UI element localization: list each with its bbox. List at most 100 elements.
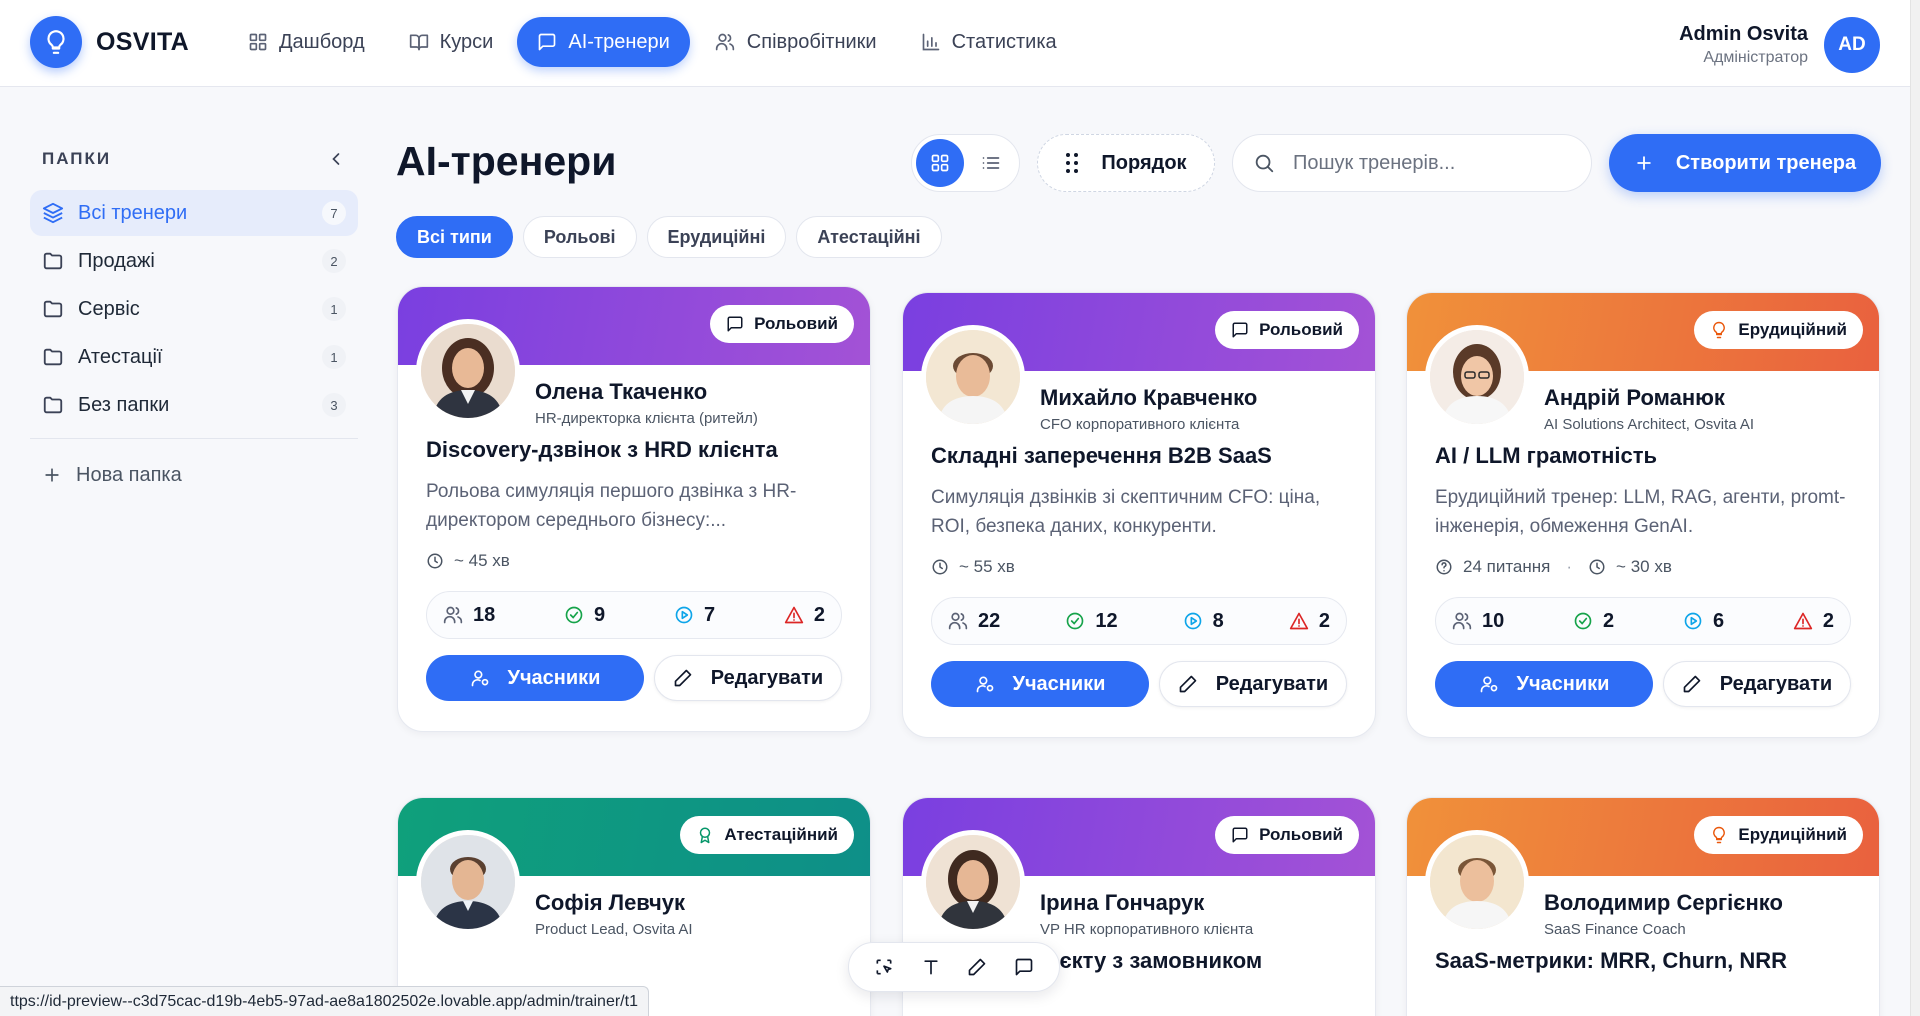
trainer-description: Рольова симуляція першого дзвінка з HR-д… (426, 481, 797, 531)
stat-issues: 2 (1289, 610, 1330, 633)
play-circle-icon (1184, 612, 1201, 630)
edit-button[interactable]: Редагувати (1159, 661, 1347, 707)
logo-text: OSVITA (96, 27, 190, 56)
nav-statistics[interactable]: Статистика (901, 17, 1077, 67)
trainer-title: Discovery-дзвінок з HRD клієнта (426, 437, 778, 462)
trainer-name: Ірина Гончарук (1040, 890, 1205, 915)
user-settings-icon (976, 676, 993, 693)
nav-label: Статистика (951, 30, 1057, 53)
draw-tool-button[interactable] (960, 950, 994, 984)
trainer-name: Володимир Сергієнко (1544, 890, 1783, 915)
search-icon (1255, 154, 1274, 173)
nav-ai-trainers[interactable]: AI-тренери (517, 17, 690, 67)
create-trainer-button[interactable]: Створити тренера (1609, 134, 1881, 192)
stat-participants: 18 (443, 604, 495, 627)
user-settings-icon (471, 670, 488, 687)
nav-label: AI-тренери (568, 30, 670, 53)
trainer-stats: 18 9 7 2 (426, 591, 842, 639)
filter-all-types[interactable]: Всі типи (396, 216, 513, 258)
chevron-left-icon[interactable] (326, 149, 346, 169)
trainer-description: Ерудиційний тренер: LLM, RAG, агенти, pr… (1435, 487, 1846, 537)
trainer-card[interactable]: Рольовий Олена Ткаченко HR-директорка кл… (397, 286, 871, 732)
page-scrollbar[interactable] (1910, 0, 1920, 1016)
stat-completed: 9 (564, 604, 605, 627)
text-tool-button[interactable] (914, 950, 948, 984)
award-icon (700, 827, 711, 844)
pencil-icon (674, 669, 692, 687)
chat-icon (539, 33, 556, 51)
user-menu[interactable]: Admin Osvita Адміністратор AD (1679, 17, 1880, 73)
plus-icon (45, 468, 59, 482)
main-nav: Дашборд Курси AI-тренери Співробітники С… (228, 17, 1077, 67)
duration: ~ 45 хв (454, 551, 510, 570)
trainer-card[interactable]: Атестаційний Софія Левчук Product Lead, … (397, 797, 871, 1016)
filter-erudition[interactable]: Ерудиційні (646, 216, 787, 258)
chat-icon (1232, 827, 1248, 843)
participants-button[interactable]: Учасники (426, 655, 644, 701)
trainer-name: Михайло Кравченко (1040, 385, 1258, 410)
filter-certification[interactable]: Атестаційні (796, 216, 942, 258)
trainer-avatar (1425, 325, 1529, 429)
trainer-card[interactable]: Рольовий Михайло Кравченко CFO корпорати… (902, 292, 1376, 738)
list-icon (982, 157, 1000, 169)
floating-edit-toolbar (848, 942, 1060, 992)
reorder-button[interactable]: Порядок (1037, 134, 1215, 192)
trainer-card[interactable]: Ерудиційний Андрій Романюк AI Solutions … (1406, 292, 1880, 738)
folder-count: 1 (322, 297, 346, 321)
folder-label: Атестації (78, 345, 163, 368)
comment-icon (1015, 958, 1033, 976)
participants-button[interactable]: Учасники (1435, 661, 1653, 707)
folder-certifications[interactable]: Атестації 1 (30, 334, 358, 380)
trainer-stats: 22 12 8 2 (931, 597, 1347, 645)
folder-no-folder[interactable]: Без папки 3 (30, 382, 358, 428)
trainer-stats: 10 2 6 2 (1435, 597, 1851, 645)
folder-service[interactable]: Сервіс 1 (30, 286, 358, 332)
app-logo[interactable]: OSVITA (30, 16, 189, 68)
comment-tool-button[interactable] (1007, 950, 1041, 984)
trainer-avatar (416, 319, 520, 423)
folder-icon (43, 396, 63, 414)
list-view-button[interactable] (968, 139, 1016, 187)
browser-status-url: ttps://id-preview--c3d75cac-d19b-4eb5-97… (0, 986, 649, 1016)
folder-all-trainers[interactable]: Всі тренери 7 (30, 190, 358, 236)
grid-view-button[interactable] (916, 139, 964, 187)
nav-courses[interactable]: Курси (389, 17, 514, 67)
reorder-label: Порядок (1101, 151, 1187, 174)
trainer-name: Олена Ткаченко (535, 379, 708, 404)
trainer-role: AI Solutions Architect, Osvita AI (1544, 416, 1755, 433)
grid-icon (931, 154, 949, 172)
trainer-title: Складні заперечення B2B SaaS (931, 443, 1272, 468)
avatar[interactable]: AD (1824, 17, 1880, 73)
folders-sidebar: ПАПКИ Всі тренери 7 Продажі 2 Сервіс 1 А… (30, 149, 358, 495)
folder-sales[interactable]: Продажі 2 (30, 238, 358, 284)
trainer-meta: ~ 45 хв (426, 549, 842, 573)
folder-label: Всі тренери (78, 201, 188, 224)
select-tool-button[interactable] (867, 950, 901, 984)
nav-employees[interactable]: Співробітники (694, 17, 897, 67)
sidebar-title: ПАПКИ (42, 149, 112, 168)
stat-issues: 2 (1793, 610, 1834, 633)
edit-button[interactable]: Редагувати (654, 655, 842, 701)
search-input[interactable] (1293, 151, 1573, 175)
trainer-role: Product Lead, Osvita AI (535, 921, 693, 938)
trainer-avatar (1425, 830, 1529, 934)
chat-icon (727, 316, 743, 332)
trainer-card[interactable]: Ерудиційний Володимир Сергієнко SaaS Fin… (1406, 797, 1880, 1016)
type-filters: Всі типи Рольові Ерудиційні Атестаційні (396, 216, 942, 258)
nav-dashboard[interactable]: Дашборд (228, 17, 385, 67)
chat-icon (1232, 322, 1248, 338)
stat-in-progress: 6 (1683, 610, 1724, 633)
nav-label: Дашборд (279, 30, 365, 53)
pencil-icon (968, 958, 986, 976)
new-folder-button[interactable]: Нова папка (30, 455, 358, 495)
layers-icon (42, 202, 64, 224)
edit-button[interactable]: Редагувати (1663, 661, 1851, 707)
question-count: 24 питання (1463, 557, 1551, 576)
participants-button[interactable]: Учасники (931, 661, 1149, 707)
trainer-meta: 24 питання · ~ 30 хв (1435, 555, 1851, 579)
create-trainer-label: Створити тренера (1675, 151, 1857, 174)
type-badge: Ерудиційний (1694, 816, 1863, 854)
pencil-icon (1179, 675, 1197, 693)
plus-icon (1637, 156, 1651, 170)
filter-role[interactable]: Рольові (522, 216, 637, 258)
